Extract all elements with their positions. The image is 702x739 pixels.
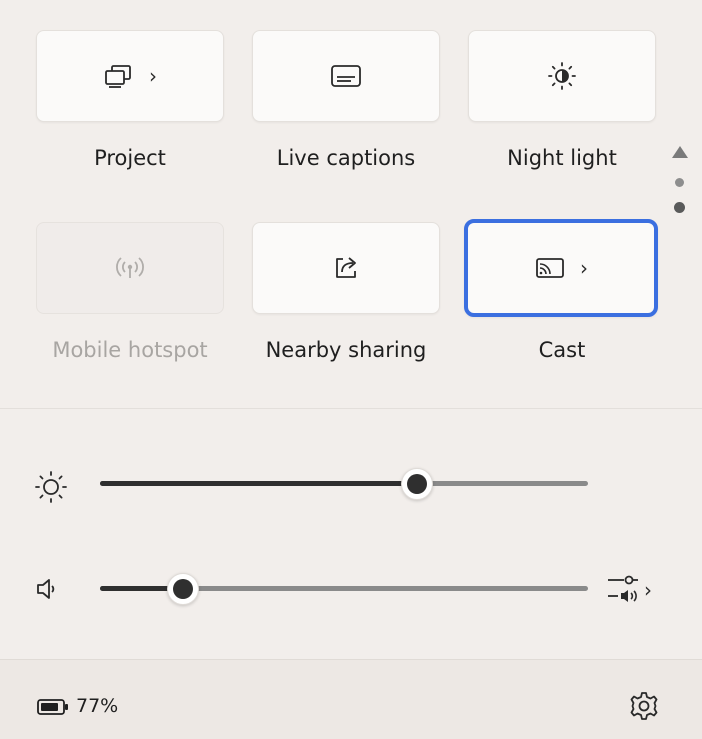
chevron-right-icon[interactable]: ›: [580, 258, 588, 278]
mobile-hotspot-icon: [115, 254, 145, 282]
cast-button[interactable]: ›: [464, 219, 658, 317]
live-captions-label: Live captions: [276, 146, 416, 170]
gear-icon[interactable]: [628, 690, 660, 726]
volume-slider-thumb[interactable]: [166, 573, 199, 605]
brightness-icon: [34, 470, 68, 508]
cast-icon: [534, 255, 566, 281]
live-captions-icon: [329, 63, 363, 89]
nearby-sharing-label: Nearby sharing: [265, 338, 427, 362]
project-button[interactable]: ›: [36, 30, 224, 122]
divider: [0, 408, 702, 409]
page-up-arrow-icon[interactable]: [670, 144, 690, 164]
brightness-slider[interactable]: [100, 468, 588, 500]
battery-percentage: 77%: [76, 695, 119, 717]
battery-icon[interactable]: [36, 697, 70, 721]
live-captions-button[interactable]: [252, 30, 440, 122]
chevron-right-icon: ›: [644, 578, 652, 602]
nearby-sharing-button[interactable]: [252, 222, 440, 314]
cast-label: Cast: [538, 338, 586, 362]
project-label: Project: [94, 146, 166, 170]
page-dot-current[interactable]: [674, 202, 685, 213]
project-icon: [103, 63, 135, 89]
speaker-icon[interactable]: [34, 576, 60, 606]
brightness-slider-fill: [100, 481, 418, 486]
night-light-label: Night light: [507, 146, 617, 170]
brightness-slider-thumb[interactable]: [401, 468, 434, 500]
page-dot[interactable]: [675, 178, 684, 187]
chevron-right-icon[interactable]: ›: [149, 66, 157, 86]
audio-mixer-icon: [604, 572, 640, 608]
volume-slider[interactable]: [100, 573, 588, 605]
night-light-icon: [547, 61, 577, 91]
night-light-button[interactable]: [468, 30, 656, 122]
mobile-hotspot-button[interactable]: [36, 222, 224, 314]
nearby-sharing-icon: [331, 253, 361, 283]
mobile-hotspot-label: Mobile hotspot: [52, 338, 208, 362]
audio-mixer-button[interactable]: ›: [604, 572, 652, 608]
